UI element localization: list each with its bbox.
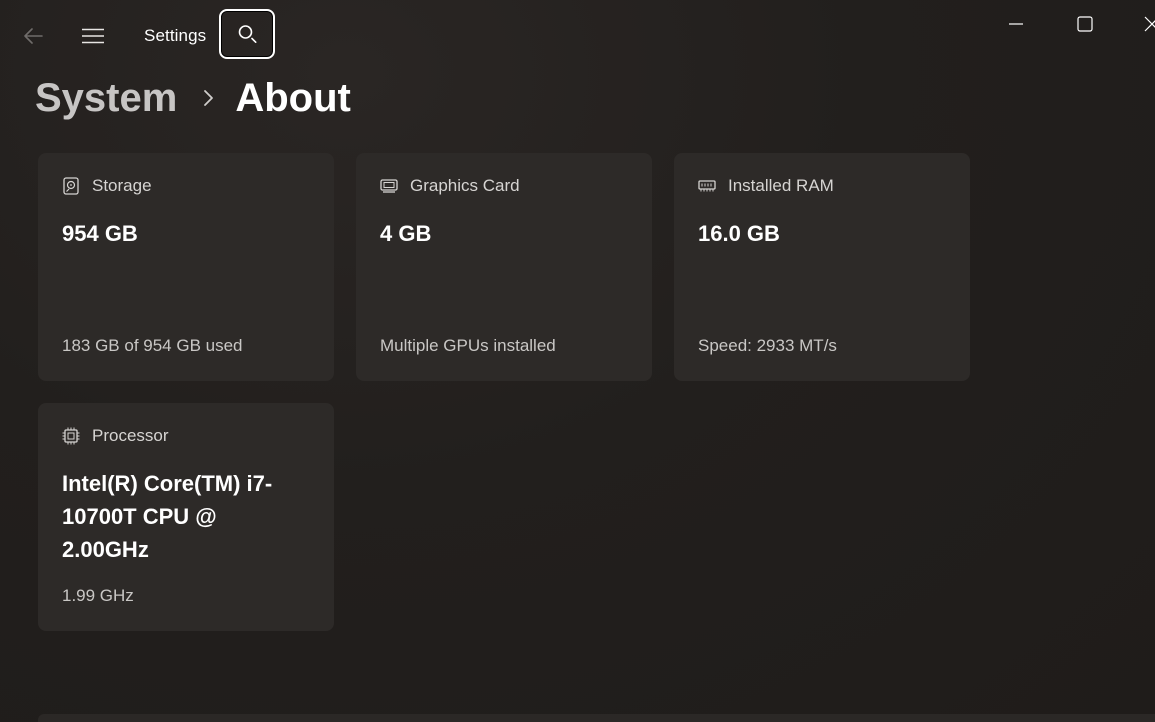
maximize-button[interactable] <box>1062 8 1108 40</box>
breadcrumb: System About <box>35 72 351 124</box>
processor-card[interactable]: Processor Intel(R) Core(TM) i7-10700T CP… <box>38 403 334 631</box>
storage-card[interactable]: Storage 954 GB 183 GB of 954 GB used <box>38 153 334 381</box>
search-icon <box>238 25 257 43</box>
ram-speed: Speed: 2933 MT/s <box>698 336 837 355</box>
graphics-card-card[interactable]: Graphics Card 4 GB Multiple GPUs install… <box>356 153 652 381</box>
graphics-card-label: Graphics Card <box>410 176 520 195</box>
card-header: Processor <box>62 425 310 447</box>
close-button[interactable] <box>1128 8 1155 40</box>
app-title: Settings <box>144 26 207 45</box>
breadcrumb-system-link[interactable]: System <box>35 76 177 121</box>
card-header: Graphics Card <box>380 175 628 197</box>
hamburger-menu-icon <box>82 28 104 44</box>
graphics-card-value: 4 GB <box>380 221 432 246</box>
navigation-menu-button[interactable] <box>72 20 114 52</box>
storage-usage: 183 GB of 954 GB used <box>62 336 243 355</box>
processor-label: Processor <box>92 426 169 445</box>
close-icon <box>1144 16 1155 32</box>
processor-value: Intel(R) Core(TM) i7-10700T CPU @ 2.00GH… <box>62 471 273 562</box>
minimize-button[interactable] <box>993 8 1039 40</box>
search-button[interactable] <box>219 9 275 59</box>
ram-icon <box>698 177 716 195</box>
back-button[interactable] <box>14 20 52 52</box>
page-title: About <box>235 75 351 120</box>
card-header: Installed RAM <box>698 175 946 197</box>
installed-ram-value: 16.0 GB <box>698 221 780 246</box>
settings-window: Settings System About Storage 954 GB 183… <box>0 0 1155 722</box>
back-arrow-icon <box>24 28 43 44</box>
chevron-right-icon <box>203 88 215 108</box>
graphics-card-detail: Multiple GPUs installed <box>380 336 556 355</box>
processor-speed: 1.99 GHz <box>62 586 134 605</box>
title-bar: Settings <box>0 0 1155 72</box>
processor-icon <box>62 427 80 445</box>
storage-label: Storage <box>92 176 152 195</box>
next-section-edge <box>38 714 1155 722</box>
installed-ram-label: Installed RAM <box>728 176 834 195</box>
installed-ram-card[interactable]: Installed RAM 16.0 GB Speed: 2933 MT/s <box>674 153 970 381</box>
card-header: Storage <box>62 175 310 197</box>
minimize-icon <box>1009 23 1023 25</box>
storage-icon <box>62 177 80 195</box>
storage-value: 954 GB <box>62 221 138 246</box>
maximize-icon <box>1077 16 1093 32</box>
graphics-card-icon <box>380 177 398 195</box>
